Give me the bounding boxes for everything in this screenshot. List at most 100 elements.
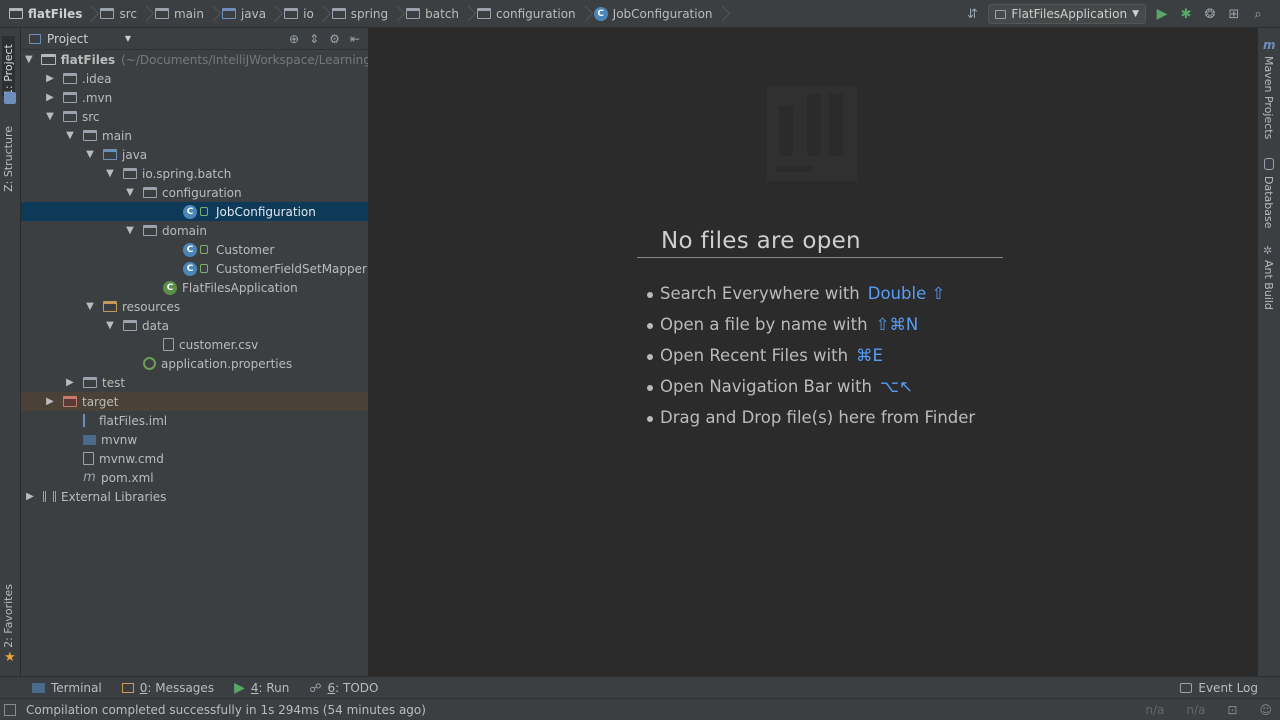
build-icon[interactable]: ⇵	[964, 6, 980, 22]
hint-navigation-bar: Open Navigation Bar with ⌥↖	[647, 371, 975, 402]
tab-structure[interactable]: Z: Structure	[2, 126, 15, 192]
expand-arrow-icon[interactable]: ▼	[85, 301, 95, 312]
iml-file-icon	[83, 414, 94, 427]
expand-arrow-icon[interactable]: ▼	[125, 187, 135, 198]
collapse-arrow-icon[interactable]: ▶	[65, 377, 75, 388]
tree-item-pom-xml[interactable]: m pom.xml	[21, 468, 368, 487]
tree-item-customer-csv[interactable]: customer.csv	[21, 335, 368, 354]
tree-item-flatfilesapplication[interactable]: C FlatFilesApplication	[21, 278, 368, 297]
project-folder-icon	[9, 8, 23, 19]
tree-item-flatfiles-iml[interactable]: flatFiles.iml	[21, 411, 368, 430]
expand-arrow-icon[interactable]: ▼	[85, 149, 95, 160]
expand-arrow-icon[interactable]: ▼	[65, 130, 75, 141]
lock-icon[interactable]: ⊡	[1227, 703, 1237, 717]
gear-icon[interactable]: ⚙	[329, 32, 340, 46]
tree-item-test[interactable]: ▶ test	[21, 373, 368, 392]
tree-item-idea[interactable]: ▶ .idea	[21, 69, 368, 88]
collapse-arrow-icon[interactable]: ▶	[45, 92, 55, 103]
collapse-all-icon[interactable]: ⇕	[309, 32, 319, 46]
folder-icon	[123, 320, 137, 331]
run-icon[interactable]: ▶	[1154, 6, 1170, 22]
caret-position: n/a	[1145, 702, 1165, 717]
tab-run[interactable]: ▶ 4: Run	[224, 677, 299, 699]
tree-item-external-libraries[interactable]: ▶ External Libraries	[21, 487, 368, 506]
tree-item-label: pom.xml	[101, 470, 154, 485]
tab-project[interactable]: 1: Project	[2, 36, 15, 96]
class-icon: C	[183, 242, 211, 257]
tab-todo[interactable]: ☍ 6: TODO	[299, 677, 388, 699]
tree-item-mvnw-cmd[interactable]: mvnw.cmd	[21, 449, 368, 468]
package-icon	[143, 187, 157, 198]
tree-item-configuration[interactable]: ▼ configuration	[21, 183, 368, 202]
breadcrumb-flatfiles[interactable]: flatFiles	[0, 0, 91, 28]
project-panel-tools: ⊕ ⇕ ⚙ ⇤	[289, 32, 368, 46]
breadcrumb-configuration[interactable]: configuration	[468, 0, 585, 28]
tree-item-label: flatFiles	[60, 52, 116, 67]
tree-item-flatfiles[interactable]: ▼ flatFiles (~/Documents/IntelliJWorkspace…	[21, 50, 368, 69]
breadcrumb-batch[interactable]: batch	[397, 0, 468, 28]
ant-icon: ✲	[1263, 244, 1273, 257]
breadcrumb-src[interactable]: src	[91, 0, 146, 28]
debug-icon[interactable]: ✱	[1178, 6, 1194, 22]
tree-item-io-spring-batch[interactable]: ▼ io.spring.batch	[21, 164, 368, 183]
coverage-icon[interactable]: ❂	[1202, 6, 1218, 22]
inspector-icon[interactable]: ☺	[1259, 703, 1272, 717]
search-icon[interactable]: ⌕	[1250, 6, 1266, 22]
package-icon	[406, 8, 421, 19]
tree-item-mvn[interactable]: ▶ .mvn	[21, 88, 368, 107]
expand-arrow-icon[interactable]: ▼	[105, 320, 115, 331]
expand-arrow-icon[interactable]: ▼	[45, 111, 55, 122]
tree-item-customer[interactable]: C Customer	[21, 240, 368, 259]
tab-ant-build[interactable]: Ant Build	[1262, 260, 1275, 310]
tree-item-src[interactable]: ▼ src	[21, 107, 368, 126]
status-bar: Compilation completed successfully in 1s…	[0, 698, 1280, 720]
project-view-dropdown[interactable]: Project ▼	[29, 32, 137, 46]
breadcrumb-java[interactable]: java	[213, 0, 275, 28]
collapse-arrow-icon[interactable]: ▶	[45, 396, 55, 407]
run-configuration-dropdown[interactable]: FlatFilesApplication ▼	[988, 4, 1146, 24]
tool-windows-toggle-icon[interactable]	[4, 703, 16, 716]
expand-arrow-icon[interactable]: ▼	[125, 225, 135, 236]
tree-item-jobconfiguration[interactable]: C JobConfiguration	[21, 202, 368, 221]
breadcrumb-main[interactable]: main	[146, 0, 213, 28]
tab-event-log[interactable]: Event Log	[1180, 677, 1258, 699]
resources-folder-icon	[103, 301, 117, 312]
tab-terminal[interactable]: Terminal	[22, 677, 112, 699]
hide-icon[interactable]: ⇤	[350, 32, 360, 46]
tree-item-label: flatFiles.iml	[99, 413, 168, 428]
tab-database[interactable]: Database	[1262, 176, 1275, 229]
editor-area[interactable]: No files are open Search Everywhere with…	[369, 28, 1257, 676]
tab-favorites[interactable]: 2: Favorites	[2, 584, 15, 648]
tree-item-data[interactable]: ▼ data	[21, 316, 368, 335]
tree-item-label: .idea	[82, 71, 112, 86]
library-icon	[43, 491, 56, 502]
tree-item-target[interactable]: ▶ target	[21, 392, 368, 411]
tree-item-label: application.properties	[161, 356, 293, 371]
tree-item-label: main	[102, 128, 132, 143]
scroll-from-source-icon[interactable]: ⊕	[289, 32, 299, 46]
breadcrumb-spring[interactable]: spring	[323, 0, 397, 28]
breadcrumb-jobconfiguration[interactable]: C JobConfiguration	[585, 0, 722, 28]
tab-maven-projects[interactable]: Maven Projects	[1262, 56, 1275, 139]
project-structure-icon[interactable]: ⊞	[1226, 6, 1242, 22]
package-icon	[284, 8, 299, 19]
tree-item-domain[interactable]: ▼ domain	[21, 221, 368, 240]
expand-arrow-icon[interactable]: ▼	[105, 168, 115, 179]
folder-icon	[100, 8, 115, 19]
tree-item-java[interactable]: ▼ java	[21, 145, 368, 164]
tree-item-resources[interactable]: ▼ resources	[21, 297, 368, 316]
spring-class-icon: C	[163, 280, 177, 295]
tree-item-mvnw[interactable]: mvnw	[21, 430, 368, 449]
expand-arrow-icon[interactable]: ▼	[25, 54, 33, 65]
status-message: Compilation completed successfully in 1s…	[26, 702, 426, 717]
tree-item-main[interactable]: ▼ main	[21, 126, 368, 145]
collapse-arrow-icon[interactable]: ▶	[45, 73, 55, 84]
breadcrumb-io[interactable]: io	[275, 0, 323, 28]
todo-icon: ☍	[309, 680, 322, 695]
shell-script-icon	[83, 434, 96, 445]
tab-messages[interactable]: 0: Messages	[112, 677, 224, 699]
tree-item-application-properties[interactable]: application.properties	[21, 354, 368, 373]
project-view-icon	[29, 33, 41, 44]
collapse-arrow-icon[interactable]: ▶	[25, 491, 35, 502]
tree-item-customerfieldsetmapper[interactable]: C CustomerFieldSetMapper	[21, 259, 368, 278]
